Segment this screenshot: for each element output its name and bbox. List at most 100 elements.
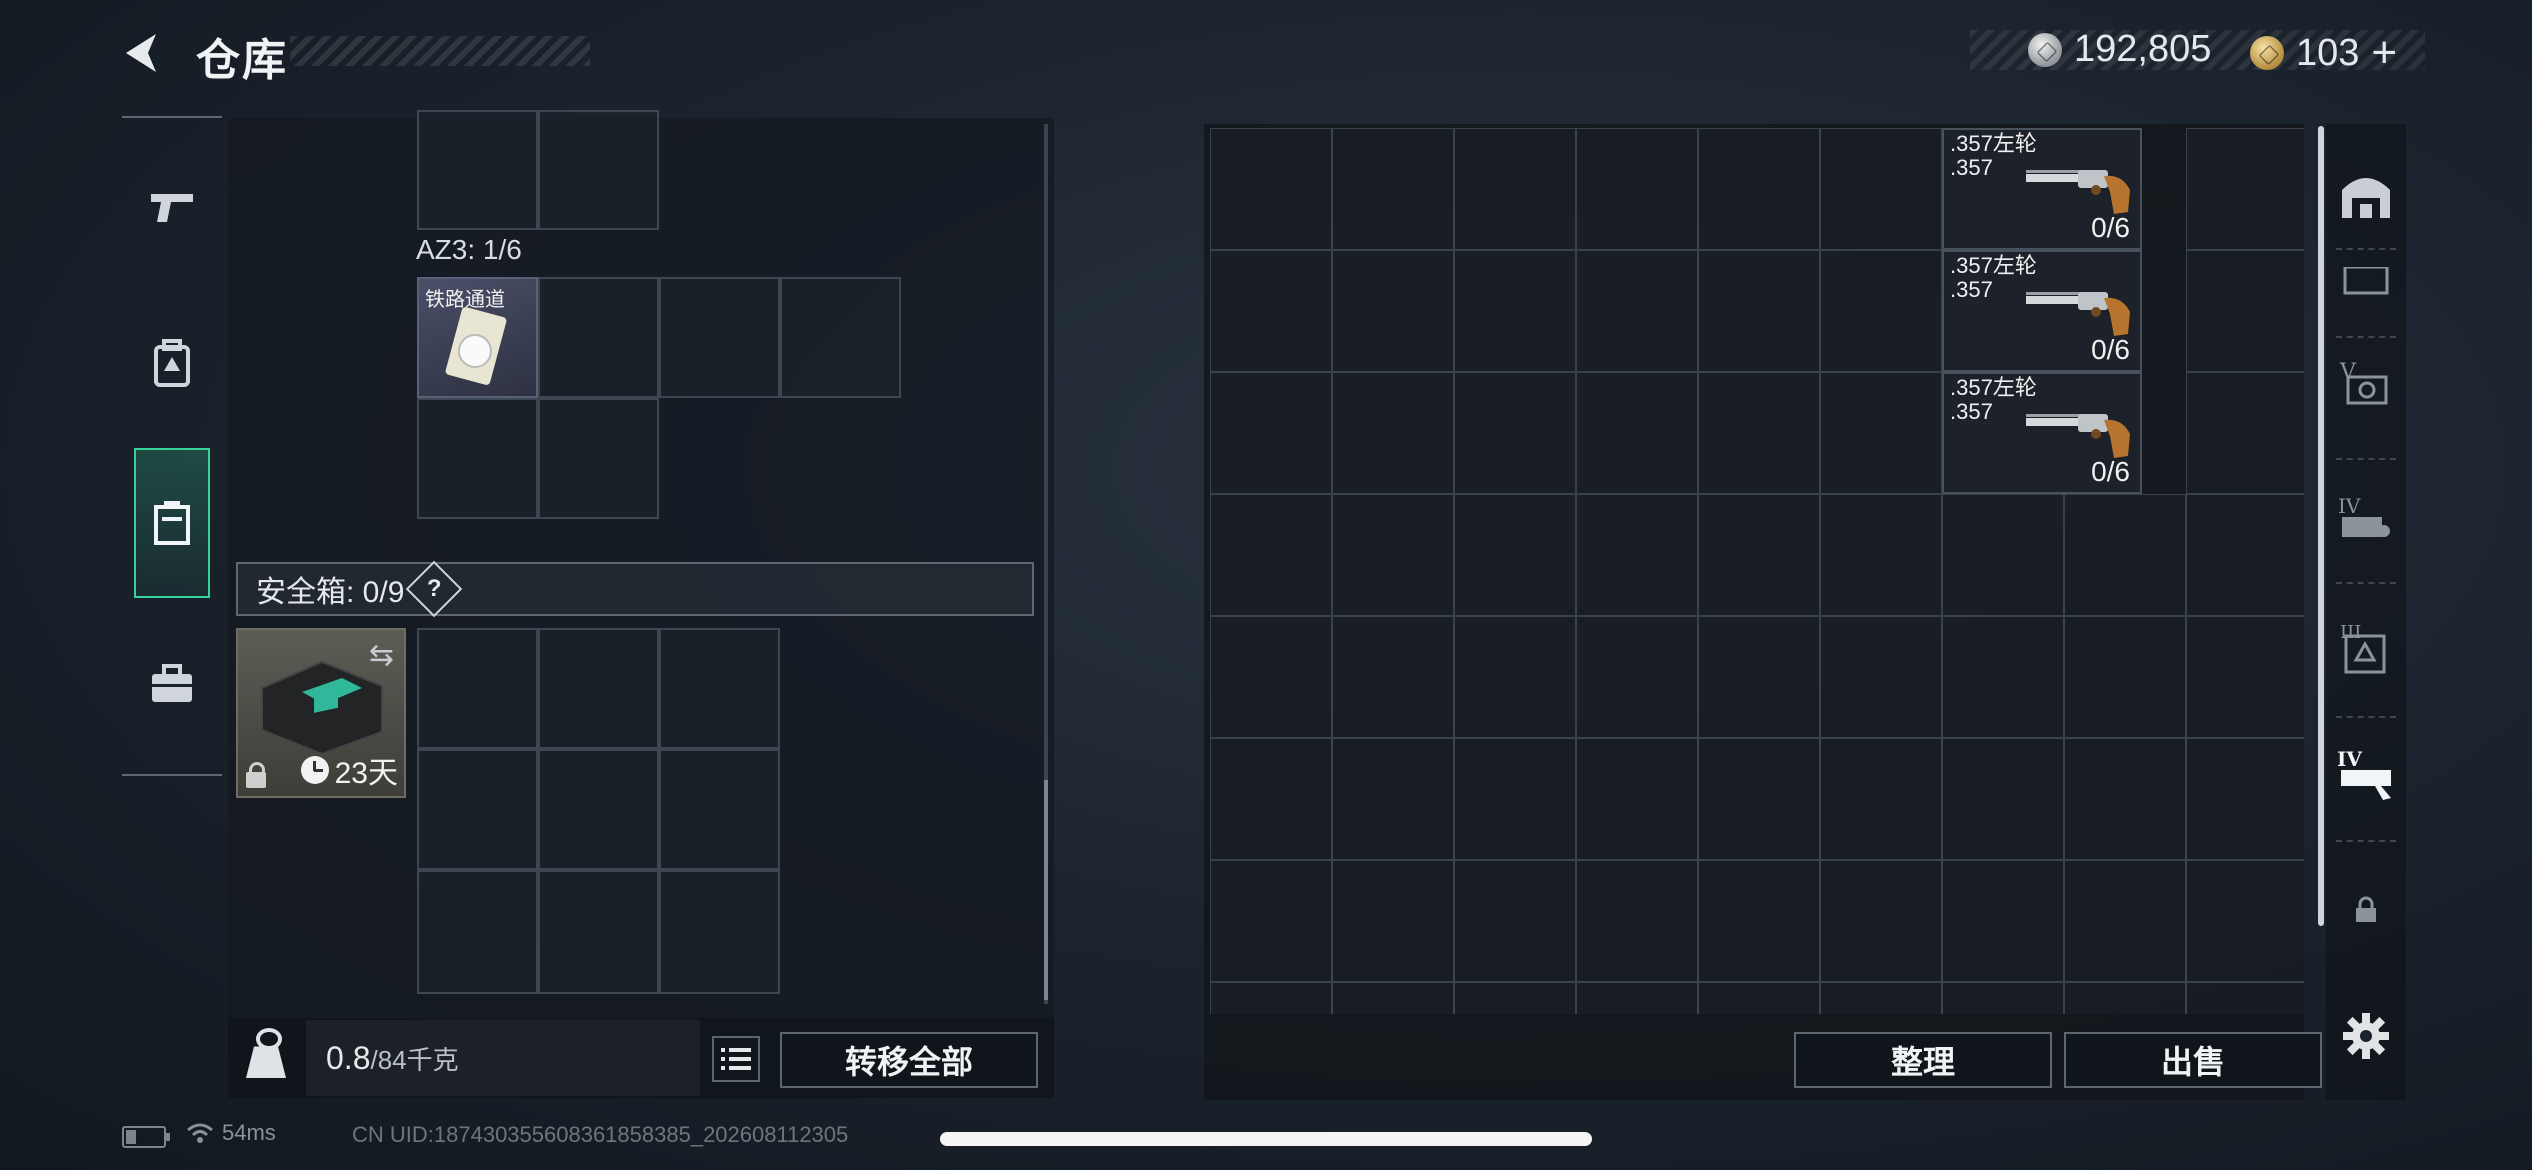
grid-cell[interactable] <box>417 398 538 519</box>
stash-grid-cell[interactable] <box>1820 250 1942 372</box>
stash-grid-cell[interactable] <box>1454 738 1576 860</box>
stash-grid-cell[interactable] <box>2064 494 2186 616</box>
stash-grid-cell[interactable] <box>2064 616 2186 738</box>
revolver-item[interactable]: .357左轮 .357 0/6 <box>1942 250 2142 372</box>
stash-grid-cell[interactable] <box>1454 372 1576 494</box>
grid-cell[interactable] <box>659 870 780 994</box>
stash-grid-cell[interactable] <box>1820 738 1942 860</box>
grid-cell[interactable] <box>538 628 659 749</box>
stash-grid-cell[interactable] <box>1698 250 1820 372</box>
help-icon[interactable]: ? <box>406 560 463 618</box>
grid-cell[interactable] <box>417 870 538 994</box>
stash-grid-cell[interactable] <box>1820 494 1942 616</box>
stash-grid-cell[interactable] <box>2186 494 2304 616</box>
stash-grid-cell[interactable] <box>1210 250 1332 372</box>
nav-toolbox[interactable] <box>122 624 222 744</box>
stash-grid-cell[interactable] <box>1332 250 1454 372</box>
grid-cell[interactable] <box>538 749 659 870</box>
nav-locked[interactable] <box>2334 878 2398 942</box>
sort-button[interactable]: 整理 <box>1794 1032 2052 1088</box>
add-currency-button[interactable]: + <box>2371 28 2397 78</box>
left-scroll-thumb[interactable] <box>1044 780 1048 1000</box>
stash-grid-cell[interactable] <box>1698 616 1820 738</box>
stash-grid-cell[interactable] <box>2186 860 2304 982</box>
stash-grid-cell[interactable] <box>1576 250 1698 372</box>
stash-grid-cell[interactable] <box>1332 738 1454 860</box>
stash-grid-cell[interactable] <box>1210 860 1332 982</box>
stash-grid-cell[interactable] <box>1576 372 1698 494</box>
grid-cell[interactable] <box>417 628 538 749</box>
stash-grid-cell[interactable] <box>1942 494 2064 616</box>
nav-stash-filter-3[interactable]: IV <box>2334 486 2398 550</box>
list-view-button[interactable] <box>712 1036 760 1082</box>
nav-container[interactable] <box>134 448 210 598</box>
stash-grid-cell[interactable] <box>1210 738 1332 860</box>
home-indicator[interactable] <box>940 1132 1592 1146</box>
stash-grid-cell[interactable] <box>2186 372 2304 494</box>
stash-grid-cell[interactable] <box>1454 616 1576 738</box>
stash-grid-cell[interactable] <box>1332 860 1454 982</box>
grid-cell[interactable] <box>780 277 901 398</box>
stash-grid-cell[interactable] <box>2186 616 2304 738</box>
stash-grid-cell[interactable] <box>1454 128 1576 250</box>
stash-grid-cell[interactable] <box>1942 982 2064 1014</box>
nav-stash-filter-1[interactable] <box>2334 250 2398 314</box>
stash-grid-cell[interactable] <box>1576 494 1698 616</box>
nav-backpack[interactable] <box>122 304 222 424</box>
stash-grid-cell[interactable] <box>1332 128 1454 250</box>
stash-grid-cell[interactable] <box>1332 494 1454 616</box>
stash-grid-cell[interactable] <box>1576 616 1698 738</box>
stash-grid-cell[interactable] <box>1820 616 1942 738</box>
grid-cell[interactable] <box>538 870 659 994</box>
nav-weapon[interactable] <box>122 148 222 268</box>
revolver-item[interactable]: .357左轮 .357 0/6 <box>1942 372 2142 494</box>
stash-grid-cell[interactable] <box>1210 494 1332 616</box>
stash-grid-cell[interactable] <box>1454 250 1576 372</box>
grid-cell[interactable] <box>659 277 780 398</box>
stash-grid-cell[interactable] <box>1942 860 2064 982</box>
stash-grid-cell[interactable] <box>1576 982 1698 1014</box>
revolver-item[interactable]: .357左轮 .357 0/6 <box>1942 128 2142 250</box>
item-railway-pass[interactable]: 铁路通道 <box>417 277 538 398</box>
stash-grid-cell[interactable] <box>1820 982 1942 1014</box>
stash-grid-cell[interactable] <box>1332 616 1454 738</box>
nav-stash-filter-5-active[interactable]: IV <box>2334 742 2398 806</box>
stash-grid-cell[interactable] <box>1576 860 1698 982</box>
grid-cell[interactable] <box>659 749 780 870</box>
stash-grid-cell[interactable] <box>2186 250 2304 372</box>
stash-grid-cell[interactable] <box>1210 372 1332 494</box>
stash-grid-cell[interactable] <box>1820 372 1942 494</box>
grid-cell[interactable] <box>538 398 659 519</box>
stash-grid-cell[interactable] <box>1698 128 1820 250</box>
stash-grid-cell[interactable] <box>1820 860 1942 982</box>
stash-grid-cell[interactable] <box>2064 738 2186 860</box>
back-button[interactable] <box>118 28 168 78</box>
stash-grid-cell[interactable] <box>1576 738 1698 860</box>
settings-button[interactable] <box>2334 1004 2398 1068</box>
stash-grid-cell[interactable] <box>2186 738 2304 860</box>
stash-grid-cell[interactable] <box>1332 982 1454 1014</box>
stash-grid-cell[interactable] <box>1332 372 1454 494</box>
stash-grid-cell[interactable] <box>1942 738 2064 860</box>
grid-cell[interactable] <box>538 110 659 230</box>
stash-grid-cell[interactable] <box>1698 738 1820 860</box>
stash-scrollbar[interactable] <box>2318 126 2324 926</box>
stash-grid-cell[interactable] <box>2064 860 2186 982</box>
transfer-all-button[interactable]: 转移全部 <box>780 1032 1038 1088</box>
stash-grid-cell[interactable] <box>2186 982 2304 1014</box>
stash-grid-cell[interactable] <box>1454 494 1576 616</box>
grid-cell[interactable] <box>538 277 659 398</box>
stash-grid-cell[interactable] <box>1454 982 1576 1014</box>
grid-cell[interactable] <box>417 110 538 230</box>
grid-cell[interactable] <box>659 628 780 749</box>
nav-stash-filter-4[interactable]: III <box>2334 616 2398 680</box>
stash-grid-cell[interactable] <box>1210 982 1332 1014</box>
stash-grid-cell[interactable] <box>2186 128 2304 250</box>
gold-currency[interactable]: 103 + <box>2250 28 2397 78</box>
stash-grid-cell[interactable] <box>1698 860 1820 982</box>
stash-grid-cell[interactable] <box>2064 982 2186 1014</box>
swap-icon[interactable]: ⇆ <box>369 638 394 673</box>
stash-grid-cell[interactable] <box>1698 982 1820 1014</box>
safe-box-item[interactable]: ⇆ 23天 <box>236 628 406 798</box>
sell-button[interactable]: 出售 <box>2064 1032 2322 1088</box>
